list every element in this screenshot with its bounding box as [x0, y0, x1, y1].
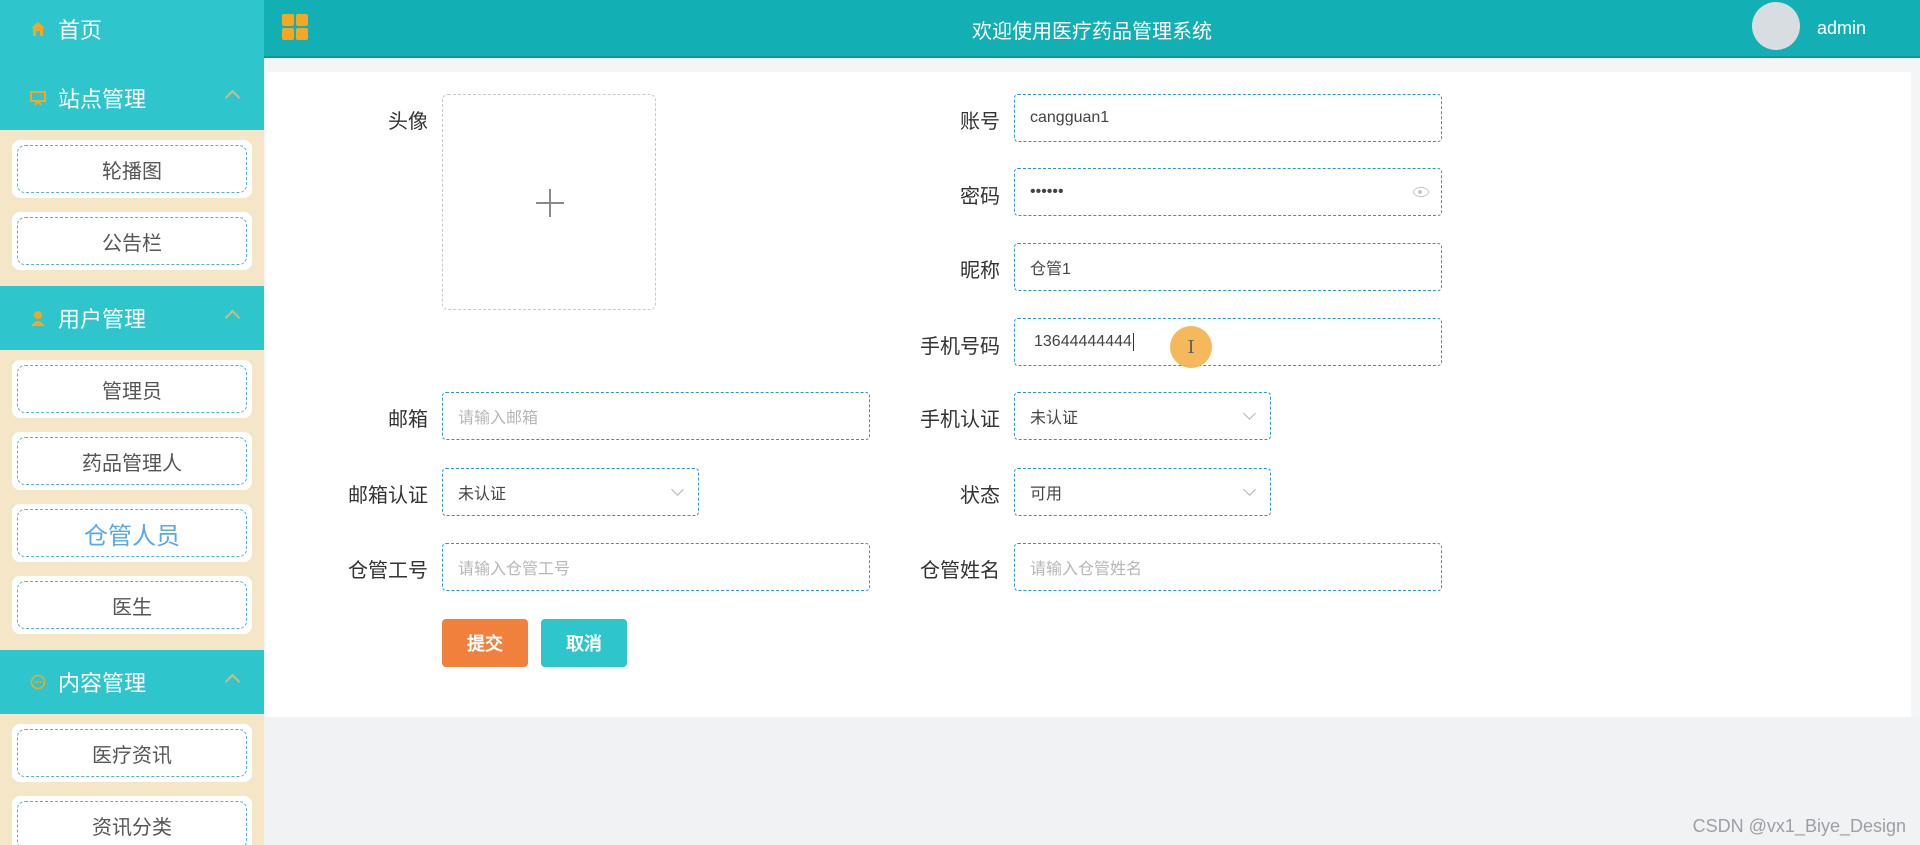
chevron-up-icon [224, 89, 241, 106]
phone-verify-select[interactable]: 未认证 [1014, 392, 1271, 440]
chevron-down-icon [1243, 407, 1256, 420]
status-value: 可用 [1030, 486, 1063, 503]
sidebar-item-drug-manager[interactable]: 药品管理人 [12, 432, 252, 490]
email-verify-select[interactable]: 未认证 [442, 468, 699, 516]
sidebar-item-admin[interactable]: 管理员 [12, 360, 252, 418]
submit-button[interactable]: 提交 [442, 619, 528, 667]
phone-verify-value: 未认证 [1030, 410, 1079, 427]
chevron-down-icon [1243, 483, 1256, 496]
page-title: 欢迎使用医疗药品管理系统 [972, 21, 1212, 43]
chevron-down-icon [671, 483, 684, 496]
status-select[interactable]: 可用 [1014, 468, 1271, 516]
sidebar-item-notice[interactable]: 公告栏 [12, 212, 252, 270]
cancel-button[interactable]: 取消 [541, 619, 627, 667]
account-field[interactable]: cangguan1 [1014, 94, 1442, 142]
sidebar-item-carousel[interactable]: 轮播图 [12, 140, 252, 198]
staff-no-label: 仓管工号 [348, 560, 428, 582]
eye-icon[interactable] [1413, 187, 1429, 197]
sidebar-group-content[interactable]: 内容管理 [0, 650, 264, 714]
chat-icon [28, 672, 48, 692]
email-verify-label: 邮箱认证 [348, 485, 428, 507]
text-caret [1132, 333, 1134, 351]
sidebar-item-news-category[interactable]: 资讯分类 [12, 796, 252, 845]
sidebar-item-doctor[interactable]: 医生 [12, 576, 252, 634]
sidebar: 首页 站点管理 轮播图 公告栏 用户管理 管理员 药品管理人 仓管人员 医生 内… [0, 0, 264, 845]
avatar[interactable] [1752, 2, 1800, 50]
nickname-field[interactable]: 仓管1 [1014, 243, 1442, 291]
avatar-upload[interactable] [442, 94, 656, 310]
page-background [264, 717, 1920, 845]
sidebar-item-medical-news[interactable]: 医疗资讯 [12, 724, 252, 782]
status-label: 状态 [960, 485, 1000, 507]
phone-field[interactable]: 13644444444 [1014, 318, 1442, 366]
phone-label: 手机号码 [920, 336, 1000, 358]
staff-name-label: 仓管姓名 [920, 560, 1000, 582]
home-icon [28, 19, 48, 39]
avatar-label: 头像 [388, 111, 428, 133]
phone-value: 13644444444 [1034, 333, 1132, 350]
sidebar-group-label: 内容管理 [58, 671, 147, 696]
sidebar-group-label: 站点管理 [58, 87, 147, 112]
username[interactable]: admin [1817, 18, 1866, 39]
password-field[interactable]: •••••• [1014, 168, 1442, 216]
staff-name-field[interactable]: 请输入仓管姓名 [1014, 543, 1442, 591]
sidebar-item-label: 首页 [58, 18, 103, 43]
account-label: 账号 [960, 111, 1000, 133]
email-label: 邮箱 [388, 409, 428, 431]
user-icon [28, 308, 48, 328]
nickname-label: 昵称 [960, 260, 1000, 282]
monitor-icon [28, 88, 48, 108]
password-value: •••••• [1030, 183, 1064, 200]
top-header: 欢迎使用医疗药品管理系统 admin [264, 0, 1920, 58]
mouse-cursor-icon: I [1170, 326, 1212, 368]
chevron-up-icon [224, 673, 241, 690]
sidebar-group-users[interactable]: 用户管理 [0, 286, 264, 350]
sidebar-group-label: 用户管理 [58, 307, 147, 332]
sidebar-item-home[interactable]: 首页 [0, 0, 264, 58]
watermark: CSDN @vx1_Biye_Design [1692, 816, 1906, 836]
sidebar-item-warehouse-staff[interactable]: 仓管人员 [12, 504, 252, 562]
chevron-up-icon [224, 309, 241, 326]
staff-no-field[interactable]: 请输入仓管工号 [442, 543, 870, 591]
phone-verify-label: 手机认证 [920, 409, 1000, 431]
email-verify-value: 未认证 [458, 486, 507, 503]
password-label: 密码 [960, 186, 1000, 208]
sidebar-group-site[interactable]: 站点管理 [0, 66, 264, 130]
email-field[interactable]: 请输入邮箱 [442, 392, 870, 440]
